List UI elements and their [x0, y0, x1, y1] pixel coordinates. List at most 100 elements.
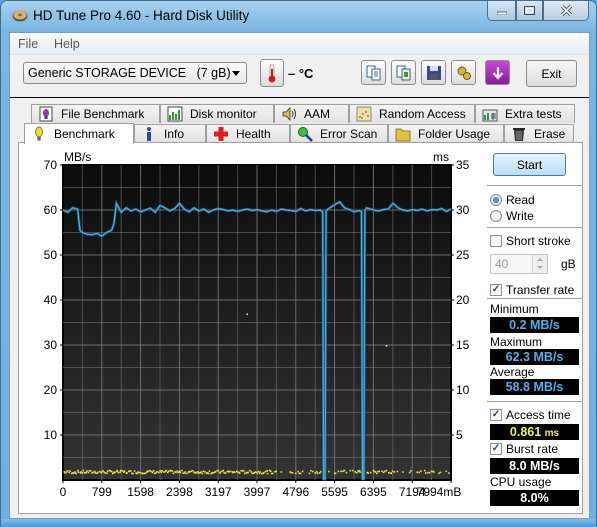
y-tick-label: 30 [44, 338, 58, 352]
tab-folder-usage[interactable]: Folder Usage [388, 124, 504, 143]
hard-disk-app-icon [12, 10, 28, 22]
tab-health[interactable]: Health [206, 124, 290, 143]
tab-error-scan[interactable]: Error Scan [290, 124, 388, 143]
access-time-point [151, 471, 154, 474]
divider [487, 227, 583, 228]
access-time-point [195, 471, 198, 474]
download-arrow-icon [492, 66, 503, 80]
tab-disk-monitor[interactable]: Disk monitor [160, 104, 274, 123]
tab-erase[interactable]: Erase [504, 124, 574, 143]
toolbar: Generic STORAGE DEVICE (7 gB) – °C Exit [10, 55, 589, 97]
short-stroke-size-value: 40 [495, 257, 509, 271]
access-time-point [328, 470, 330, 473]
access-time-point [119, 471, 121, 474]
access-time-point [111, 470, 113, 473]
access-time-point [80, 471, 82, 473]
maximum-label: Maximum [490, 335, 543, 349]
y-axis-right: 5 10 15 20 25 30 35 [451, 158, 470, 442]
y2-tick-label: 30 [456, 203, 470, 217]
access-time-point [391, 470, 394, 472]
y2-tick-label: 35 [456, 158, 470, 172]
burst-rate-checkbox[interactable]: ✓ Burst rate [490, 442, 558, 456]
transfer-rate-label: Transfer rate [506, 283, 575, 297]
drive-select[interactable]: Generic STORAGE DEVICE (7 gB) [23, 62, 247, 84]
disk-monitor-icon [167, 106, 183, 122]
transfer-rate-checkbox[interactable]: ✓ Transfer rate [490, 283, 574, 297]
tab-extra-tests[interactable]: Extra tests [475, 104, 575, 123]
y-axis-unit-label: MB/s [64, 150, 91, 164]
tab-file-benchmark[interactable]: File Benchmark [31, 104, 160, 123]
write-radio[interactable]: Write [490, 209, 534, 223]
access-time-point [297, 470, 299, 473]
tab-info[interactable]: Info [134, 124, 206, 143]
short-stroke-checkbox[interactable]: Short stroke [490, 234, 571, 248]
checkmark-icon: ✓ [490, 284, 502, 296]
access-time-point [430, 470, 433, 473]
close-button[interactable] [543, 1, 589, 21]
title-bar[interactable]: HD Tune Pro 4.60 - Hard Disk Utility [1, 1, 596, 31]
access-time-point [299, 472, 302, 475]
options-button[interactable] [451, 60, 476, 85]
access-time-point [229, 470, 231, 473]
trash-icon [513, 128, 525, 141]
y-tick-label: 50 [44, 248, 58, 262]
divider [487, 401, 583, 402]
access-time-point [94, 472, 97, 474]
spin-arrows-icon[interactable] [532, 255, 547, 273]
radio-unselected-icon [490, 210, 502, 222]
tab-aam[interactable]: AAM [274, 104, 349, 123]
access-time-outlier [385, 345, 388, 347]
access-time-point [385, 469, 388, 472]
maximize-button[interactable] [516, 1, 543, 21]
tab-random-access[interactable]: Random Access [349, 104, 475, 123]
minimum-label: Minimum [490, 302, 539, 316]
access-time-point [146, 470, 149, 473]
access-time-point [191, 469, 194, 472]
access-time-point [250, 470, 253, 473]
read-label: Read [506, 193, 535, 207]
access-time-point [165, 469, 167, 472]
tab-label: Folder Usage [418, 127, 491, 141]
random-access-icon [356, 106, 372, 122]
access-time-point [160, 471, 163, 474]
transfer-rate-chart: 10 20 30 40 50 60 70 5 10 15 20 25 30 35 0 799 1598 239… [44, 150, 470, 499]
health-cross-icon [214, 127, 228, 141]
tab-label: Disk monitor [190, 107, 257, 121]
x-tick-label: 1598 [127, 485, 154, 499]
menu-bar: File Help [10, 33, 589, 55]
save-button[interactable] [421, 60, 446, 85]
read-radio[interactable]: Read [490, 193, 535, 207]
x-tick-label: 2398 [166, 485, 193, 499]
start-button[interactable]: Start [493, 153, 566, 176]
access-time-point [280, 471, 283, 473]
exit-button[interactable]: Exit [526, 60, 577, 87]
short-stroke-unit: gB [561, 257, 576, 271]
minimize-button[interactable] [487, 1, 516, 21]
access-time-point [184, 471, 187, 473]
y-tick-label: 70 [44, 158, 58, 172]
y-tick-label: 10 [44, 428, 58, 442]
access-time-point [92, 471, 95, 474]
tab-benchmark[interactable]: Benchmark [24, 123, 134, 144]
access-time-point [123, 470, 126, 472]
copy-text-button[interactable] [361, 60, 386, 85]
access-time-point [136, 472, 138, 475]
x-tick-label: 3997 [244, 485, 271, 499]
access-time-checkbox[interactable]: ✓ Access time [490, 408, 571, 422]
short-stroke-size-input[interactable]: 40 [490, 254, 548, 274]
menu-help[interactable]: Help [54, 37, 80, 51]
access-time-point [219, 472, 222, 474]
y-tick-label: 20 [44, 383, 58, 397]
access-time-point [291, 472, 294, 474]
access-time-point [71, 472, 74, 474]
access-time-point [439, 471, 442, 474]
write-label: Write [506, 209, 534, 223]
access-time-point [358, 469, 361, 472]
menu-file[interactable]: File [18, 37, 38, 51]
copy-screenshot-button[interactable] [391, 60, 416, 85]
access-time-point [264, 470, 267, 473]
access-time-point [86, 470, 88, 473]
temperature-button[interactable] [260, 59, 284, 87]
download-button[interactable] [485, 60, 510, 85]
access-time-point [98, 470, 101, 473]
